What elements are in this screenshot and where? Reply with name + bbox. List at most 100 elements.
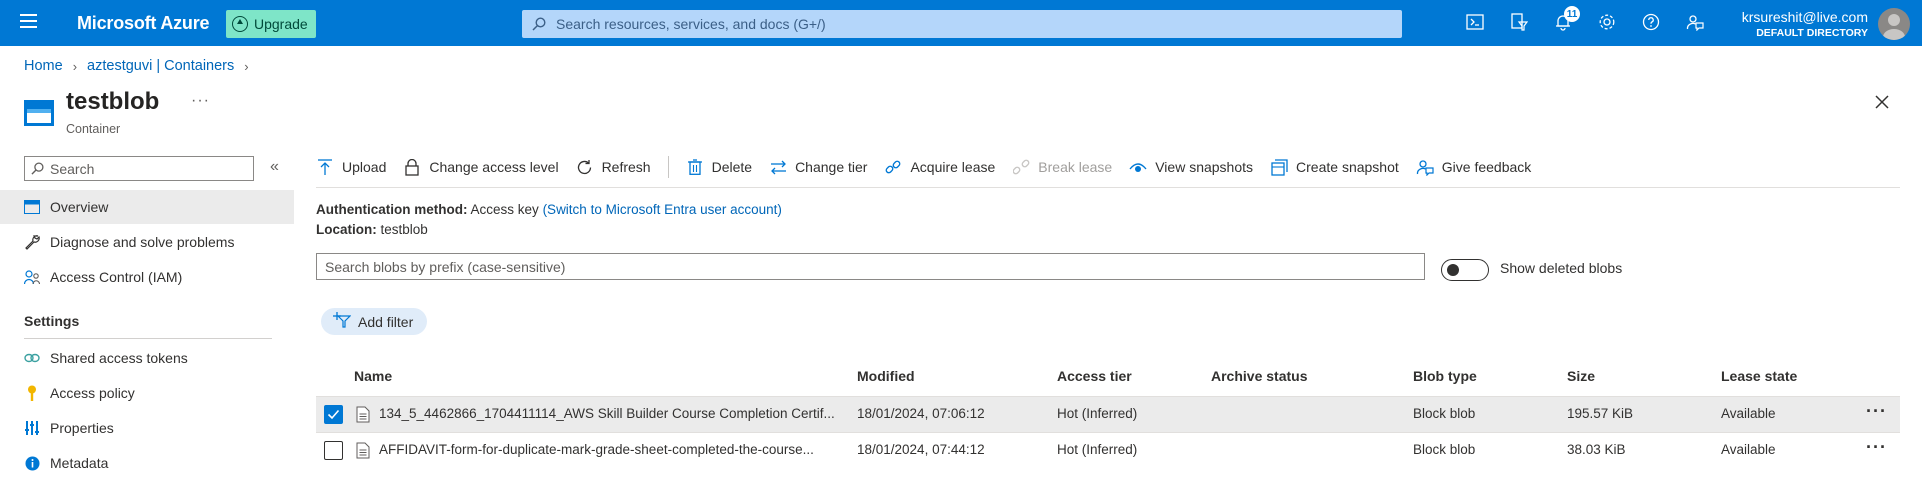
row-checkbox[interactable] [324,405,343,424]
collapse-nav-button[interactable]: « [270,158,279,176]
column-header-modified[interactable]: Modified [857,368,915,384]
lease-state-cell: Available [1721,442,1776,457]
link-lease-icon [884,158,902,176]
give-feedback-button[interactable]: Give feedback [1416,158,1531,176]
sidebar-item-label: Access Control (IAM) [50,269,183,285]
delete-button[interactable]: Delete [686,158,752,176]
link-icon [24,350,40,366]
add-filter-icon [333,312,352,331]
table-row[interactable]: AFFIDAVIT-form-for-duplicate-mark-grade-… [316,433,1900,468]
hamburger-menu-icon[interactable] [20,14,37,31]
nav-search-placeholder: Search [50,160,95,177]
column-header-size[interactable]: Size [1567,368,1595,384]
divider [316,187,1900,188]
column-header-lease-state[interactable]: Lease state [1721,368,1797,384]
sidebar-item-label: Shared access tokens [50,350,188,366]
account-email: krsureshit@live.com [1741,9,1868,25]
divider [24,338,272,339]
column-header-name[interactable]: Name [354,368,392,384]
sidebar-item-properties[interactable]: Properties [0,411,294,445]
sidebar-item-overview[interactable]: Overview [0,190,294,224]
search-icon [31,162,44,175]
column-header-archive-status[interactable]: Archive status [1211,368,1307,384]
top-bar: Microsoft Azure Upgrade Search resources… [0,0,1922,46]
breadcrumb-home[interactable]: Home [24,58,63,74]
sidebar-item-diagnose[interactable]: Diagnose and solve problems [0,225,294,259]
row-more-button[interactable]: ··· [1866,437,1887,458]
delete-label: Delete [711,159,753,175]
properties-icon [24,420,40,436]
sidebar-item-label: Properties [50,420,114,436]
sidebar-item-label: Overview [50,199,109,215]
upgrade-arrow-icon [232,16,248,32]
column-header-blob-type[interactable]: Blob type [1413,368,1477,384]
size-cell: 195.57 KiB [1567,406,1634,421]
feedback-icon [1416,158,1434,176]
swap-arrows-icon [769,158,787,176]
global-search-placeholder: Search resources, services, and docs (G+… [556,16,826,32]
change-access-level-label: Change access level [429,159,559,175]
modified-cell: 18/01/2024, 07:06:12 [857,406,985,421]
change-access-level-button[interactable]: Change access level [403,158,559,176]
help-icon[interactable] [1640,11,1662,33]
breadcrumb-containers[interactable]: aztestguvi | Containers [87,58,234,74]
sidebar-item-shared-access-tokens[interactable]: Shared access tokens [0,341,294,375]
eye-icon [1129,158,1147,176]
overview-icon [24,199,40,215]
chevron-right-icon: › [72,58,78,74]
upload-button[interactable]: Upload [316,158,386,176]
column-header-access-tier[interactable]: Access tier [1057,368,1132,384]
directory-filter-icon[interactable] [1508,11,1530,33]
sidebar-item-access-policy[interactable]: Access policy [0,376,294,410]
sidebar-item-label: Access policy [50,385,135,401]
global-search-input[interactable]: Search resources, services, and docs (G+… [522,10,1402,38]
refresh-button[interactable]: Refresh [576,158,651,176]
search-icon [532,17,546,31]
blob-name-link[interactable]: 134_5_4462866_1704411114_AWS Skill Build… [379,406,854,421]
blob-prefix-search-input[interactable]: Search blobs by prefix (case-sensitive) [316,253,1425,280]
table-row[interactable]: 134_5_4462866_1704411114_AWS Skill Build… [316,397,1900,432]
upgrade-button[interactable]: Upgrade [226,10,316,38]
account-directory: DEFAULT DIRECTORY [1756,27,1868,39]
view-snapshots-button[interactable]: View snapshots [1129,158,1253,176]
brand-title[interactable]: Microsoft Azure [77,13,210,34]
create-snapshot-button[interactable]: Create snapshot [1270,158,1399,176]
nav-search-input[interactable]: Search [24,156,254,181]
size-cell: 38.03 KiB [1567,442,1626,457]
sidebar-item-label: Metadata [50,455,109,471]
lock-icon [403,158,421,176]
lease-state-cell: Available [1721,406,1776,421]
auth-method-value: Access key [470,202,539,217]
row-checkbox[interactable] [324,441,343,460]
change-tier-button[interactable]: Change tier [769,158,867,176]
location-label: Location: [316,222,377,237]
refresh-label: Refresh [601,159,651,175]
show-deleted-toggle[interactable] [1441,259,1489,281]
sidebar-item-label: Diagnose and solve problems [50,234,235,250]
notifications-icon[interactable]: 11 [1552,6,1580,33]
row-more-button[interactable]: ··· [1866,401,1887,422]
settings-icon[interactable] [1596,11,1618,33]
more-options-button[interactable]: ··· [191,92,210,110]
acquire-lease-button[interactable]: Acquire lease [884,158,995,176]
blob-type-cell: Block blob [1413,442,1476,457]
breadcrumb: Home › aztestguvi | Containers › [24,58,249,74]
add-filter-button[interactable]: Add filter [321,308,428,335]
switch-auth-link[interactable]: (Switch to Microsoft Entra user account) [543,202,782,217]
key-icon [24,385,40,401]
avatar[interactable] [1878,8,1910,40]
cloud-shell-icon[interactable] [1464,11,1486,33]
blob-type-cell: Block blob [1413,406,1476,421]
upload-label: Upload [342,159,387,175]
people-icon [24,269,40,285]
break-lease-button[interactable]: Break lease [1012,158,1112,176]
close-icon[interactable] [1872,92,1892,112]
notification-count-badge: 11 [1564,6,1580,22]
show-deleted-label: Show deleted blobs [1500,260,1623,276]
sidebar-item-iam[interactable]: Access Control (IAM) [0,260,294,294]
sidebar-item-metadata[interactable]: Metadata [0,446,294,480]
blob-name-link[interactable]: AFFIDAVIT-form-for-duplicate-mark-grade-… [379,442,854,457]
settings-section-title: Settings [24,313,80,329]
account-menu[interactable]: krsureshit@live.com DEFAULT DIRECTORY [1700,9,1868,39]
upgrade-label: Upgrade [254,16,308,32]
